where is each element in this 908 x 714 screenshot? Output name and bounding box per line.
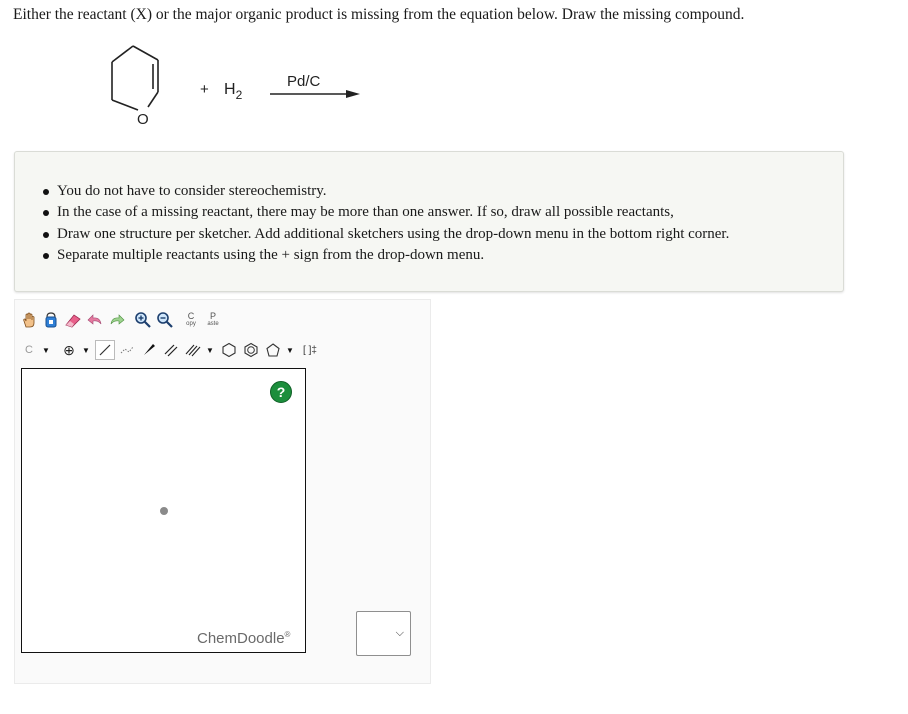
plus-sign: + — [200, 81, 209, 98]
bullet — [43, 210, 49, 217]
reaction-equation: O + H2 Pd/C — [111, 45, 360, 128]
single-bond-icon[interactable] — [95, 340, 115, 360]
cyclohexane-template-icon[interactable] — [219, 340, 239, 360]
help-button[interactable]: ? — [270, 381, 292, 403]
charge-dropdown-caret[interactable]: ▼ — [81, 346, 91, 355]
cyclopentane-template-icon[interactable] — [263, 340, 283, 360]
question-text: Either the reactant (X) or the major org… — [13, 6, 745, 23]
eraser-icon[interactable] — [63, 310, 83, 330]
atom-carbon-button[interactable]: C — [19, 340, 39, 360]
catalyst-label: Pd/C — [287, 73, 321, 90]
reaction-arrow — [270, 90, 360, 98]
triple-bond-icon[interactable] — [183, 340, 203, 360]
undo-icon[interactable] — [85, 310, 105, 330]
lasso-icon[interactable] — [41, 310, 61, 330]
copy-icon-label-bottom: opy — [186, 321, 196, 327]
bracket-charge-button[interactable]: [ ]‡ — [299, 340, 321, 360]
benzene-template-icon[interactable] — [241, 340, 261, 360]
paste-icon-label-bottom: aste — [207, 321, 219, 327]
ring-dropdown-caret[interactable]: ▼ — [285, 346, 295, 355]
add-sketcher-dropdown[interactable]: ⌵ — [356, 611, 411, 656]
bullet — [43, 252, 49, 259]
reagent-subscript: 2 — [236, 88, 243, 102]
chain-icon[interactable] — [117, 340, 137, 360]
double-bond-icon[interactable] — [161, 340, 181, 360]
instruction-item: In the case of a missing reactant, there… — [43, 202, 729, 223]
reagent-h2: H2 — [224, 81, 243, 102]
copy-icon-label-top: C — [187, 311, 195, 321]
atom-dropdown-caret[interactable]: ▼ — [41, 346, 51, 355]
bullet — [43, 231, 49, 238]
paste-icon[interactable]: P aste — [203, 310, 223, 330]
ring-oxygen-label: O — [137, 111, 149, 128]
canvas-atom-point — [160, 507, 168, 515]
charge-plus-button[interactable]: ⊕ — [59, 340, 79, 360]
chemdoodle-logo: ChemDoodle® — [197, 630, 291, 647]
instruction-item: You do not have to consider stereochemis… — [43, 181, 729, 202]
hand-icon[interactable] — [19, 310, 39, 330]
sketcher-canvas[interactable]: ? ChemDoodle® — [21, 368, 306, 653]
instructions-list: You do not have to consider stereochemis… — [43, 181, 729, 266]
zoom-out-icon[interactable] — [155, 310, 175, 330]
wedge-bond-icon[interactable] — [139, 340, 159, 360]
bullet — [43, 189, 49, 195]
instructions-panel: You do not have to consider stereochemis… — [14, 151, 844, 292]
dihydropyran-structure — [111, 45, 159, 111]
zoom-in-icon[interactable] — [133, 310, 153, 330]
instruction-item: Separate multiple reactants using the + … — [43, 245, 729, 266]
paste-icon-label-top: P — [209, 311, 216, 321]
sketcher-toolbar-bottom: C ▼ ⊕ ▼ ▼ ▼ [ ]‡ — [19, 337, 323, 363]
copy-icon[interactable]: C opy — [181, 310, 201, 330]
instruction-item: Draw one structure per sketcher. Add add… — [43, 224, 729, 245]
redo-icon[interactable] — [107, 310, 127, 330]
sketcher-toolbar-top: C opy P aste — [19, 307, 225, 333]
chevron-down-icon: ⌵ — [395, 626, 404, 639]
bond-dropdown-caret[interactable]: ▼ — [205, 346, 215, 355]
